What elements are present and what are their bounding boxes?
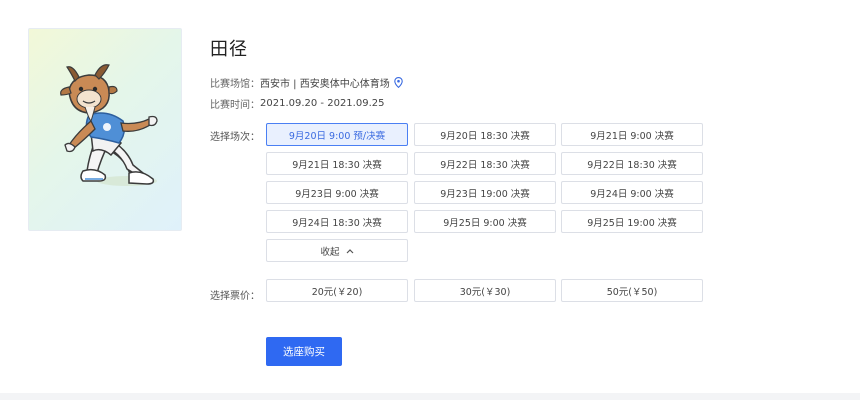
session-option[interactable]: 9月21日 18:30 决赛 <box>266 152 408 175</box>
event-poster <box>28 28 182 231</box>
session-option[interactable]: 9月24日 9:00 决赛 <box>561 181 703 204</box>
session-option[interactable]: 9月22日 18:30 决赛 <box>414 152 556 175</box>
venue-row: 比赛场馆： 西安市 | 西安奥体中心体育场 <box>210 75 403 90</box>
price-option[interactable]: 30元(￥30) <box>414 279 556 302</box>
session-option[interactable]: 9月21日 9:00 决赛 <box>561 123 703 146</box>
location-pin-icon[interactable] <box>393 77 403 88</box>
session-option[interactable]: 9月25日 19:00 决赛 <box>561 210 703 233</box>
buy-button[interactable]: 选座购买 <box>266 337 342 366</box>
time-value: 2021.09.20 - 2021.09.25 <box>260 98 385 109</box>
collapse-label: 收起 <box>320 246 340 258</box>
time-row: 比赛时间： 2021.09.20 - 2021.09.25 <box>210 96 384 111</box>
session-label: 选择场次： <box>210 132 260 143</box>
mascot-illustration <box>60 64 158 186</box>
price-option[interactable]: 50元(￥50) <box>561 279 703 302</box>
time-label: 比赛时间： <box>210 100 260 111</box>
session-option[interactable]: 9月23日 19:00 决赛 <box>414 181 556 204</box>
venue-label: 比赛场馆： <box>210 79 260 90</box>
session-option[interactable]: 9月20日 18:30 决赛 <box>414 123 556 146</box>
session-option[interactable]: 9月25日 9:00 决赛 <box>414 210 556 233</box>
session-option[interactable]: 9月20日 9:00 预/决赛 <box>266 123 408 146</box>
collapse-button[interactable]: 收起 <box>266 239 408 262</box>
session-option[interactable]: 9月24日 18:30 决赛 <box>266 210 408 233</box>
session-option[interactable]: 9月22日 18:30 决赛 <box>561 152 703 175</box>
price-option[interactable]: 20元(￥20) <box>266 279 408 302</box>
session-option[interactable]: 9月23日 9:00 决赛 <box>266 181 408 204</box>
footer-divider <box>0 393 860 400</box>
venue-value: 西安市 | 西安奥体中心体育场 <box>260 79 390 90</box>
event-title: 田径 <box>210 39 248 60</box>
price-label: 选择票价： <box>210 291 260 302</box>
chevron-up-icon <box>346 248 353 253</box>
